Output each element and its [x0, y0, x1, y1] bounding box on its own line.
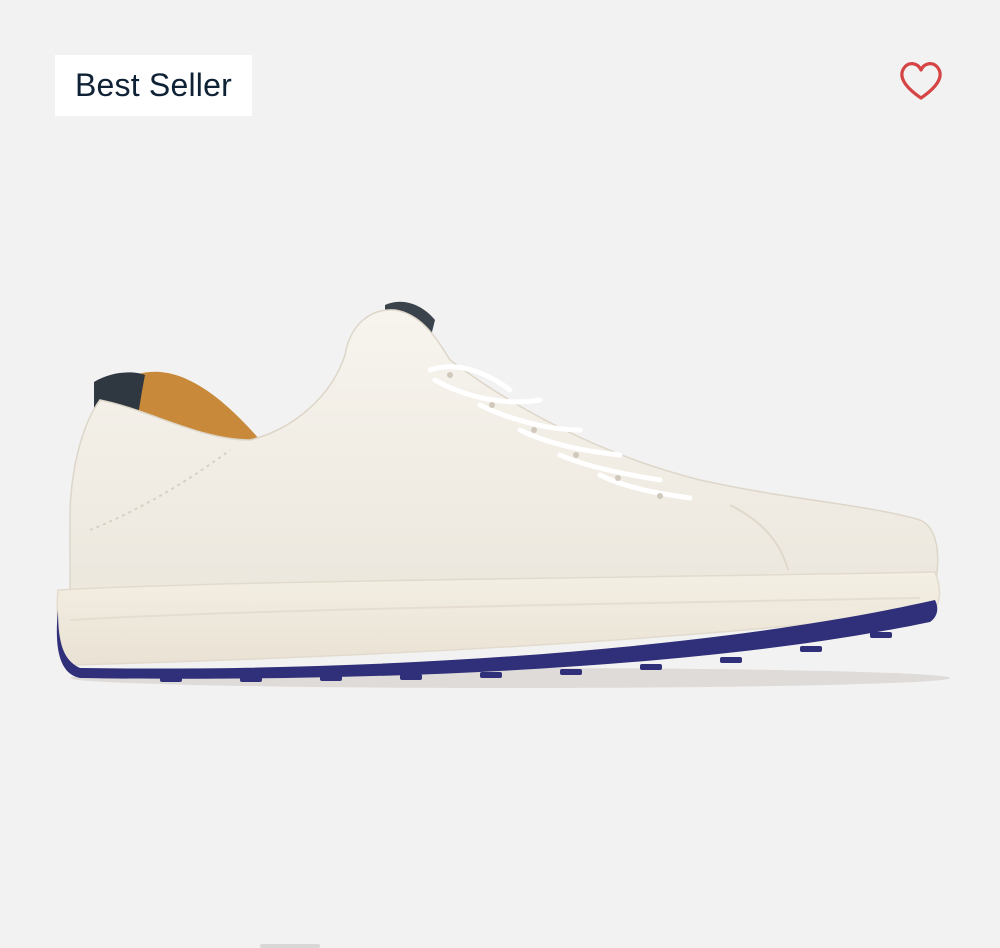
shoe-upper [69, 309, 939, 601]
best-seller-badge: Best Seller [55, 55, 252, 116]
heart-outline-icon [900, 62, 942, 100]
favorite-button[interactable] [893, 55, 949, 105]
carousel-indicator [260, 944, 320, 948]
product-card[interactable]: Best Seller [0, 0, 1000, 948]
badge-label: Best Seller [75, 67, 232, 103]
product-image[interactable] [40, 280, 960, 700]
